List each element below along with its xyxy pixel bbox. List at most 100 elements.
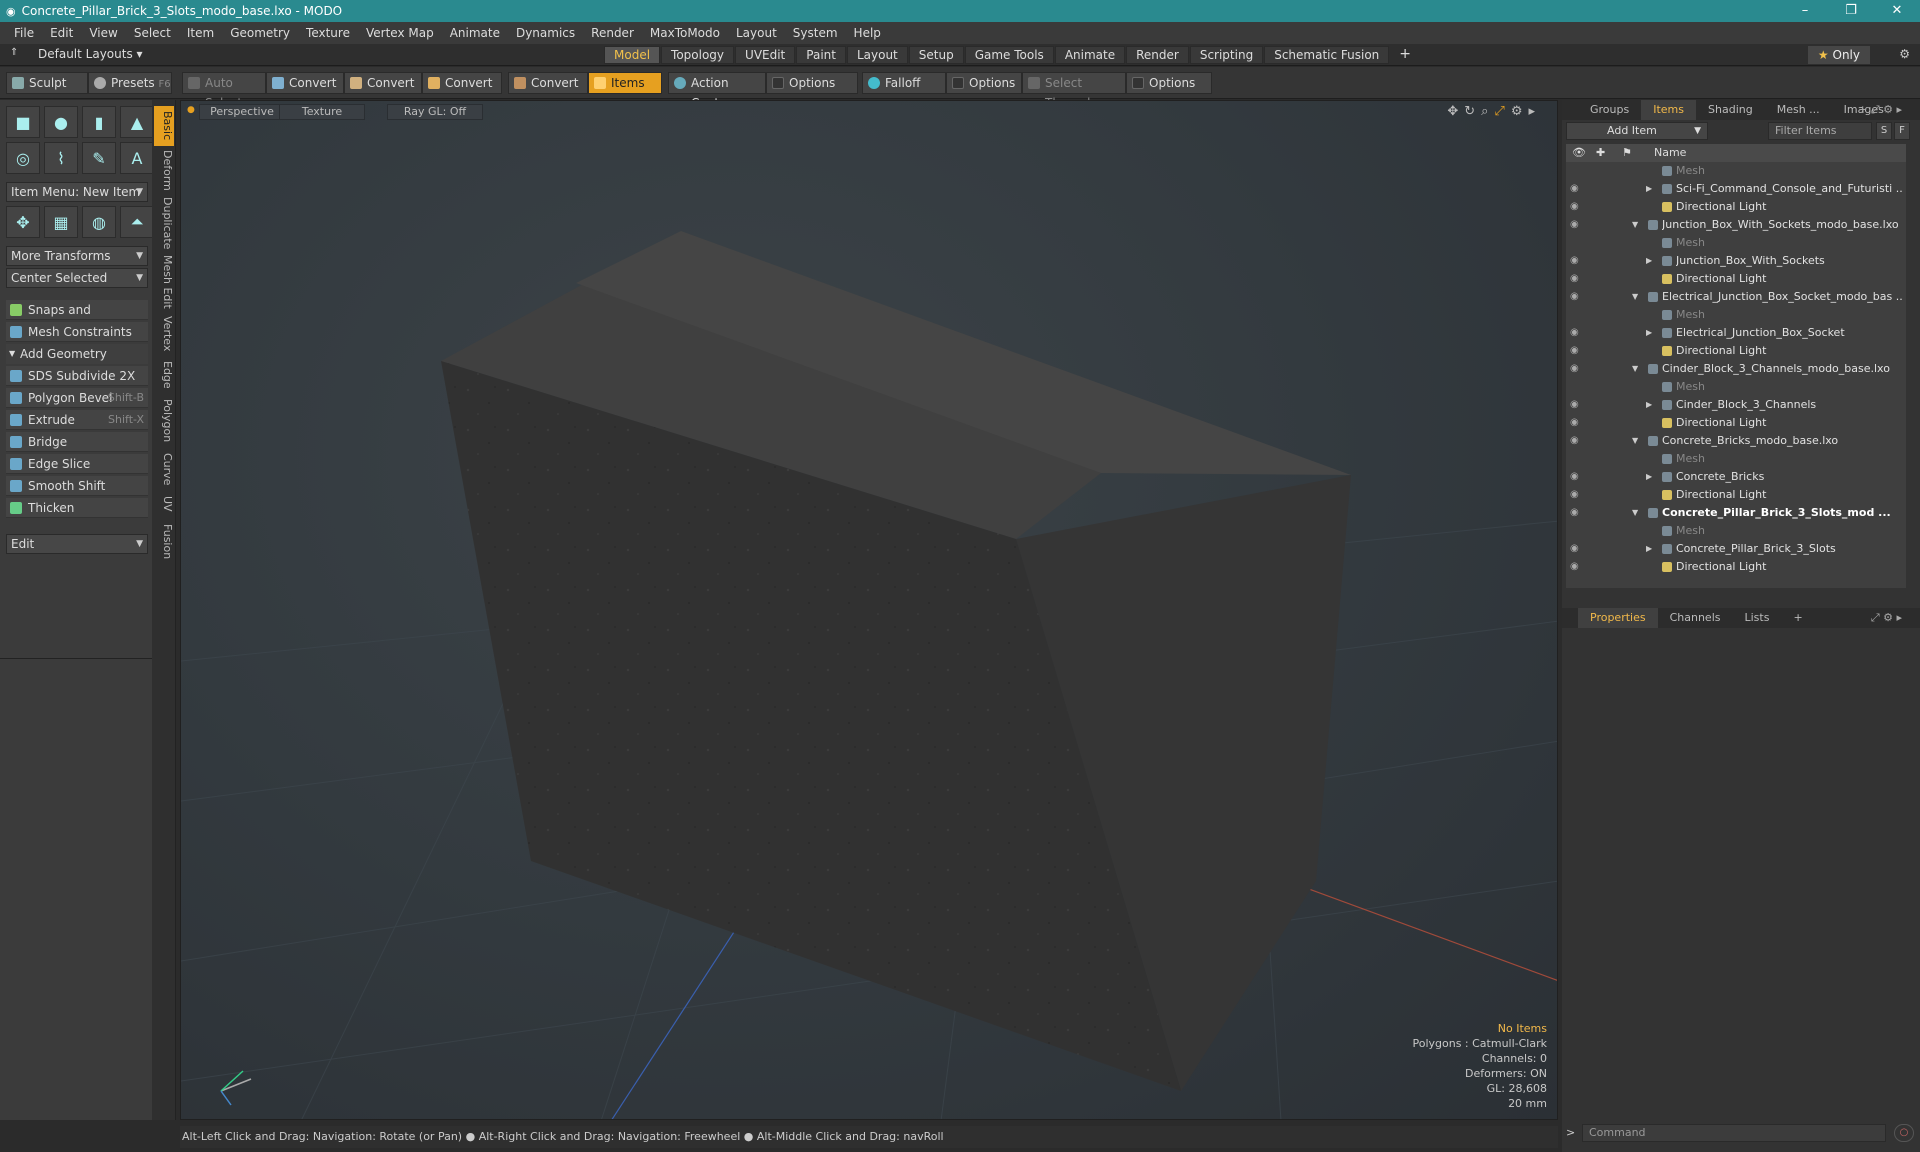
- tree-row[interactable]: ◉ ▶ Sci-Fi_Command_Console_and_Futuristi .…: [1566, 180, 1906, 198]
- menu-vertex-map[interactable]: Vertex Map: [358, 26, 442, 40]
- tab-schematic-fusion[interactable]: Schematic Fusion: [1264, 46, 1390, 64]
- panel-options-icon[interactable]: ⤢ ⚙ ▸: [1859, 608, 1914, 628]
- only-toggle[interactable]: ★ Only: [1807, 46, 1870, 64]
- tree-row[interactable]: Mesh: [1566, 306, 1906, 324]
- tree-row[interactable]: Mesh: [1566, 234, 1906, 252]
- tab-groups[interactable]: Groups: [1578, 100, 1641, 120]
- extrude-button[interactable]: Extrude Shift-X: [6, 410, 148, 430]
- tab-animate[interactable]: Animate: [1054, 46, 1126, 64]
- visibility-eye-icon[interactable]: ◉: [1570, 216, 1579, 234]
- vtab-edge[interactable]: Edge: [154, 358, 174, 392]
- visibility-eye-icon[interactable]: ◉: [1570, 360, 1579, 378]
- maximize-button[interactable]: ❐: [1828, 0, 1874, 22]
- vtab-duplicate[interactable]: Duplicate: [154, 196, 174, 250]
- vtab-uv[interactable]: UV: [154, 492, 174, 516]
- menu-file[interactable]: File: [6, 26, 42, 40]
- polygon-bevel-button[interactable]: Polygon Bevel Shift-B: [6, 388, 148, 408]
- expand-arrow-icon[interactable]: ▶: [1646, 540, 1652, 558]
- options-button-2[interactable]: Options: [946, 72, 1022, 94]
- menu-select[interactable]: Select: [126, 26, 179, 40]
- tab-lists[interactable]: Lists: [1733, 608, 1782, 628]
- visibility-eye-icon[interactable]: ◉: [1570, 288, 1579, 306]
- vtab-fusion[interactable]: Fusion: [154, 520, 174, 564]
- tree-row[interactable]: ◉ Directional Light: [1566, 558, 1906, 576]
- 3d-viewport[interactable]: ● Perspective Texture Ray GL: Off ✥↻⌕⤢⚙▸: [180, 100, 1558, 1120]
- close-button[interactable]: ✕: [1874, 0, 1920, 22]
- cube-primitive-icon[interactable]: ■: [6, 106, 40, 138]
- mesh-constraints-button[interactable]: Mesh Constraints: [6, 322, 148, 342]
- more-transforms-dropdown[interactable]: More Transforms ▼: [6, 246, 148, 266]
- tree-row[interactable]: Mesh: [1566, 522, 1906, 540]
- tree-row[interactable]: Mesh: [1566, 378, 1906, 396]
- convert-edge-button[interactable]: Convert: [344, 72, 422, 94]
- visibility-eye-icon[interactable]: ◉: [1570, 432, 1579, 450]
- menu-help[interactable]: Help: [846, 26, 889, 40]
- sphere-primitive-icon[interactable]: ●: [44, 106, 78, 138]
- tab-mesh[interactable]: Mesh ...: [1765, 100, 1832, 120]
- menu-system[interactable]: System: [785, 26, 846, 40]
- options-button-3[interactable]: Options: [1126, 72, 1212, 94]
- visibility-eye-icon[interactable]: ◉: [1570, 504, 1579, 522]
- tree-row[interactable]: ◉ Directional Light: [1566, 486, 1906, 504]
- vtab-mesh-edit[interactable]: Mesh Edit: [154, 254, 174, 310]
- collapse-arrow-icon[interactable]: ▼: [1632, 216, 1638, 234]
- add-item-dropdown[interactable]: Add Item ▼: [1566, 122, 1708, 140]
- menu-maxtomodo[interactable]: MaxToModo: [642, 26, 728, 40]
- auto-select-button[interactable]: Auto Select: [182, 72, 266, 110]
- select-through-button[interactable]: Select Through: [1022, 72, 1126, 110]
- collapse-arrow-icon[interactable]: ▼: [1632, 288, 1638, 306]
- sds-subdivide-button[interactable]: SDS Subdivide 2X: [6, 366, 148, 386]
- tree-row[interactable]: ◉ ▶ Junction_Box_With_Sockets: [1566, 252, 1906, 270]
- sculpt-button[interactable]: Sculpt: [6, 72, 88, 94]
- smooth-shift-button[interactable]: Smooth Shift: [6, 476, 148, 496]
- cylinder-primitive-icon[interactable]: ▮: [82, 106, 116, 138]
- gear-icon[interactable]: ⚙: [1899, 47, 1910, 61]
- globe-icon[interactable]: ◍: [82, 206, 116, 238]
- visibility-eye-icon[interactable]: ◉: [1570, 414, 1579, 432]
- thicken-button[interactable]: Thicken: [6, 498, 148, 518]
- tab-setup[interactable]: Setup: [908, 46, 964, 64]
- add-geometry-section[interactable]: ▼ Add Geometry: [6, 344, 148, 364]
- tab-model[interactable]: Model: [604, 46, 661, 64]
- edge-slice-button[interactable]: Edge Slice: [6, 454, 148, 474]
- collapse-arrow-icon[interactable]: ▼: [1632, 432, 1638, 450]
- perspective-icon[interactable]: ⏶: [120, 206, 154, 238]
- expand-arrow-icon[interactable]: ▶: [1646, 180, 1652, 198]
- convert-polygon-button[interactable]: Convert: [422, 72, 502, 94]
- item-tree[interactable]: 👁 ✚ ⚑ Name Mesh ◉ ▶ Sci-Fi_Command_Console_…: [1566, 144, 1906, 588]
- bridge-button[interactable]: Bridge: [6, 432, 148, 452]
- visibility-column-icon[interactable]: 👁: [1572, 144, 1586, 162]
- tree-row[interactable]: Mesh: [1566, 450, 1906, 468]
- f-toggle-button[interactable]: F: [1894, 122, 1910, 140]
- render-column-icon[interactable]: ⚑: [1622, 144, 1632, 162]
- visibility-eye-icon[interactable]: ◉: [1570, 468, 1579, 486]
- falloff-button[interactable]: Falloff: [862, 72, 946, 94]
- convert-vertex-button[interactable]: Convert: [266, 72, 344, 94]
- action-center-button[interactable]: Action Center: [668, 72, 766, 110]
- tab-items[interactable]: Items: [1641, 100, 1697, 120]
- tree-row[interactable]: ◉ ▼ Electrical_Junction_Box_Socket_modo_ba…: [1566, 288, 1906, 306]
- menu-render[interactable]: Render: [583, 26, 642, 40]
- add-tab-button[interactable]: +: [1390, 46, 1420, 64]
- layout-arrow-icon[interactable]: ⇑: [10, 47, 18, 58]
- menu-view[interactable]: View: [81, 26, 125, 40]
- tree-row[interactable]: ◉ ▶ Cinder_Block_3_Channels: [1566, 396, 1906, 414]
- expand-arrow-icon[interactable]: ▶: [1646, 324, 1652, 342]
- vtab-deform[interactable]: Deform: [154, 148, 174, 192]
- menu-edit[interactable]: Edit: [42, 26, 81, 40]
- expand-arrow-icon[interactable]: ▶: [1646, 396, 1652, 414]
- name-column-header[interactable]: Name: [1654, 144, 1686, 162]
- default-layouts-dropdown[interactable]: Default Layouts ▾: [38, 47, 143, 61]
- tab-uvedit[interactable]: UVEdit: [735, 46, 796, 64]
- visibility-eye-icon[interactable]: ◉: [1570, 540, 1579, 558]
- visibility-eye-icon[interactable]: ◉: [1570, 486, 1579, 504]
- tree-row[interactable]: ◉ Directional Light: [1566, 414, 1906, 432]
- vtab-vertex[interactable]: Vertex: [154, 314, 174, 354]
- collapse-arrow-icon[interactable]: ▼: [1632, 360, 1638, 378]
- item-menu-dropdown[interactable]: Item Menu: New Item ▼: [6, 182, 148, 202]
- text-tool-icon[interactable]: A: [120, 142, 154, 174]
- tree-row[interactable]: ◉ ▼ Concrete_Pillar_Brick_3_Slots_mod ...: [1566, 504, 1906, 522]
- vtab-polygon[interactable]: Polygon: [154, 396, 174, 446]
- visibility-eye-icon[interactable]: ◉: [1570, 270, 1579, 288]
- tab-render[interactable]: Render: [1126, 46, 1189, 64]
